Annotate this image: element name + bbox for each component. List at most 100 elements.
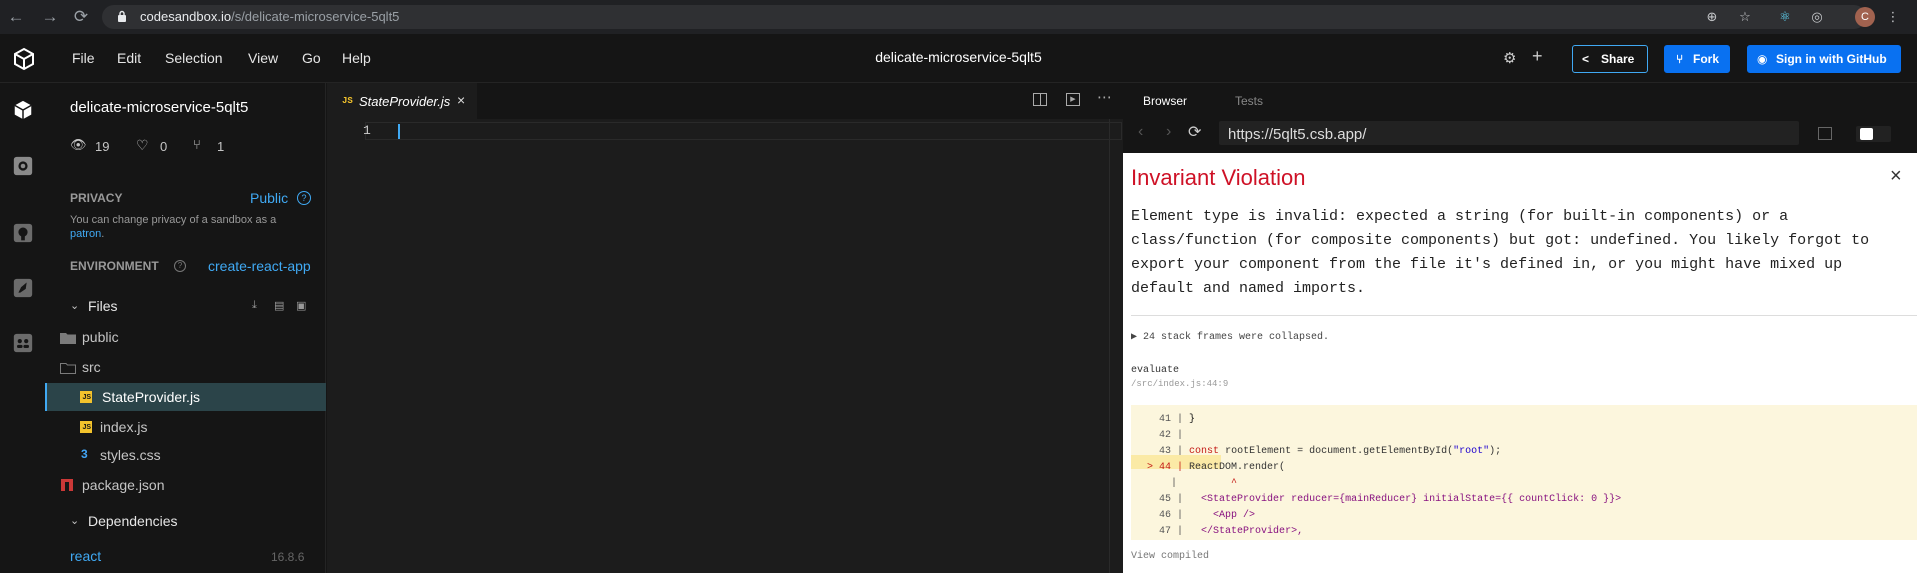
divider: [1131, 315, 1917, 316]
tab-tests[interactable]: Tests: [1235, 94, 1263, 108]
css-file-icon: 3: [81, 447, 88, 461]
star-icon[interactable]: ☆: [1737, 9, 1753, 25]
lock-icon: [117, 10, 127, 23]
js-file-icon: JS: [342, 96, 353, 106]
file-label: styles.css: [100, 447, 161, 463]
open-preview-icon[interactable]: ▶: [1066, 93, 1080, 106]
file-row-index[interactable]: JS index.js: [45, 413, 326, 441]
folder-icon: [60, 333, 76, 344]
info-icon[interactable]: ?: [174, 260, 186, 272]
profile-avatar[interactable]: C: [1855, 7, 1875, 27]
preview-frame: Invariant Violation × Element type is in…: [1123, 153, 1917, 573]
react-devtools-icon[interactable]: ⚛: [1777, 9, 1793, 25]
live-collaboration-icon[interactable]: [12, 332, 34, 354]
folder-open-icon: [60, 363, 76, 374]
privacy-note: You can change privacy of a sandbox as a: [70, 214, 277, 226]
dependency-name[interactable]: react: [70, 548, 101, 564]
views-icon: 👁: [70, 137, 87, 152]
patron-link[interactable]: patron.: [70, 228, 104, 240]
view-compiled-link[interactable]: View compiled: [1131, 551, 1209, 562]
tab-label: StateProvider.js: [359, 94, 451, 109]
environment-value[interactable]: create-react-app: [208, 258, 311, 274]
file-row-public[interactable]: public: [45, 323, 326, 351]
dependencies-header[interactable]: Dependencies: [88, 513, 178, 529]
close-overlay-icon[interactable]: ×: [1890, 165, 1902, 188]
reload-icon[interactable]: ⟳: [71, 7, 91, 27]
file-label: index.js: [100, 419, 148, 435]
code-line-error: > 44 | ReactDOM.render(: [1141, 462, 1286, 473]
browser-chrome: ← → ⟳ codesandbox.io/s/delicate-microser…: [0, 0, 1917, 34]
editor-scrollbar[interactable]: [1109, 119, 1123, 573]
code-line: 47 | </StateProvider>,: [1159, 526, 1304, 537]
file-row-package[interactable]: package.json: [45, 471, 326, 499]
dependency-version[interactable]: 16.8.6: [271, 550, 304, 564]
new-folder-icon[interactable]: ▣: [296, 299, 306, 312]
file-row-styles[interactable]: 3 styles.css: [45, 441, 326, 469]
heart-icon[interactable]: ♡: [136, 137, 149, 154]
share-button[interactable]: < Share: [1572, 45, 1648, 73]
add-bookmark-icon[interactable]: ⊕: [1704, 9, 1720, 25]
chevron-down-icon[interactable]: ⌄: [70, 299, 79, 312]
share-icon: <: [1582, 52, 1590, 66]
file-label: package.json: [82, 477, 165, 493]
extension-icon[interactable]: ◎: [1809, 9, 1825, 25]
files-header[interactable]: Files: [88, 298, 118, 314]
activity-bar: [0, 83, 45, 573]
npm-file-icon: [61, 479, 73, 491]
sign-in-github-button[interactable]: ◉ Sign in with GitHub: [1747, 45, 1901, 73]
split-editor-icon[interactable]: [1033, 93, 1047, 106]
github-icon[interactable]: [12, 222, 34, 244]
collapsed-frames-toggle[interactable]: ▶ 24 stack frames were collapsed.: [1131, 331, 1329, 343]
deploy-rocket-icon[interactable]: [12, 277, 34, 299]
fork-count-icon: ⑂: [193, 137, 201, 152]
more-actions-icon[interactable]: ⋯: [1097, 88, 1112, 106]
kebab-menu-icon[interactable]: ⋮: [1885, 9, 1901, 25]
upload-file-icon[interactable]: ⤓: [252, 299, 257, 312]
file-label: StateProvider.js: [102, 389, 201, 405]
plus-icon[interactable]: +: [1532, 46, 1543, 67]
sandbox-info-icon[interactable]: [12, 99, 34, 121]
preview-panel: Browser Tests ‹ › ⟳ https://5qlt5.csb.ap…: [1123, 83, 1917, 573]
views-count: 19: [95, 139, 110, 154]
fork-button[interactable]: ⑂ Fork: [1664, 45, 1730, 73]
code-line: | ^: [1141, 478, 1238, 489]
code-line: 43 | const rootElement = document.getEle…: [1159, 446, 1502, 457]
preview-refresh-icon[interactable]: ⟳: [1188, 122, 1201, 142]
privacy-value[interactable]: Public: [250, 190, 288, 206]
file-row-src[interactable]: src: [45, 353, 326, 381]
frame-location: /src/index.js:44:9: [1131, 379, 1229, 389]
fork-icon: ⑂: [1676, 52, 1684, 66]
open-new-window-icon[interactable]: [1818, 127, 1832, 140]
preview-back-icon[interactable]: ‹: [1138, 123, 1143, 141]
settings-gear-icon[interactable]: ⚙: [1503, 49, 1516, 67]
help-circle-icon[interactable]: ?: [297, 191, 311, 205]
address-text: codesandbox.io/s/delicate-microservice-5…: [140, 9, 400, 24]
code-frame: 41 | } 42 | 43 | const rootElement = doc…: [1131, 405, 1917, 540]
text-cursor[interactable]: [398, 124, 400, 139]
frame-name: evaluate: [1131, 365, 1180, 376]
tab-browser[interactable]: Browser: [1143, 94, 1187, 108]
current-line-highlight: [365, 122, 1122, 140]
file-row-stateprovider[interactable]: JS StateProvider.js: [45, 383, 326, 411]
code-line: 42 |: [1159, 430, 1190, 441]
forward-icon[interactable]: →: [40, 7, 60, 27]
project-name: delicate-microservice-5qlt5: [70, 99, 249, 116]
tab-stateprovider[interactable]: JS StateProvider.js ×: [327, 83, 477, 119]
settings-icon[interactable]: [12, 155, 34, 177]
likes-count: 0: [160, 139, 168, 154]
preview-forward-icon[interactable]: ›: [1166, 123, 1171, 141]
chevron-down-icon[interactable]: ⌄: [70, 514, 79, 527]
file-label: src: [82, 359, 101, 375]
close-tab-icon[interactable]: ×: [457, 92, 465, 108]
error-message: Element type is invalid: expected a stri…: [1131, 208, 1870, 297]
environment-label: ENVIRONMENT: [70, 259, 159, 273]
app-header: File Edit Selection View Go Help delicat…: [0, 34, 1917, 83]
back-icon[interactable]: ←: [6, 7, 26, 27]
code-line: 46 | <App />: [1159, 510, 1256, 521]
code-line: 45 | <StateProvider reducer={mainReducer…: [1159, 494, 1622, 505]
responsive-toggle[interactable]: [1856, 126, 1891, 142]
code-editor: JS StateProvider.js × ▶ ⋯ 1: [327, 83, 1123, 573]
privacy-label: PRIVACY: [70, 191, 123, 205]
new-file-icon[interactable]: ▤: [274, 299, 284, 312]
preview-address-text: https://5qlt5.csb.app/: [1228, 126, 1367, 143]
